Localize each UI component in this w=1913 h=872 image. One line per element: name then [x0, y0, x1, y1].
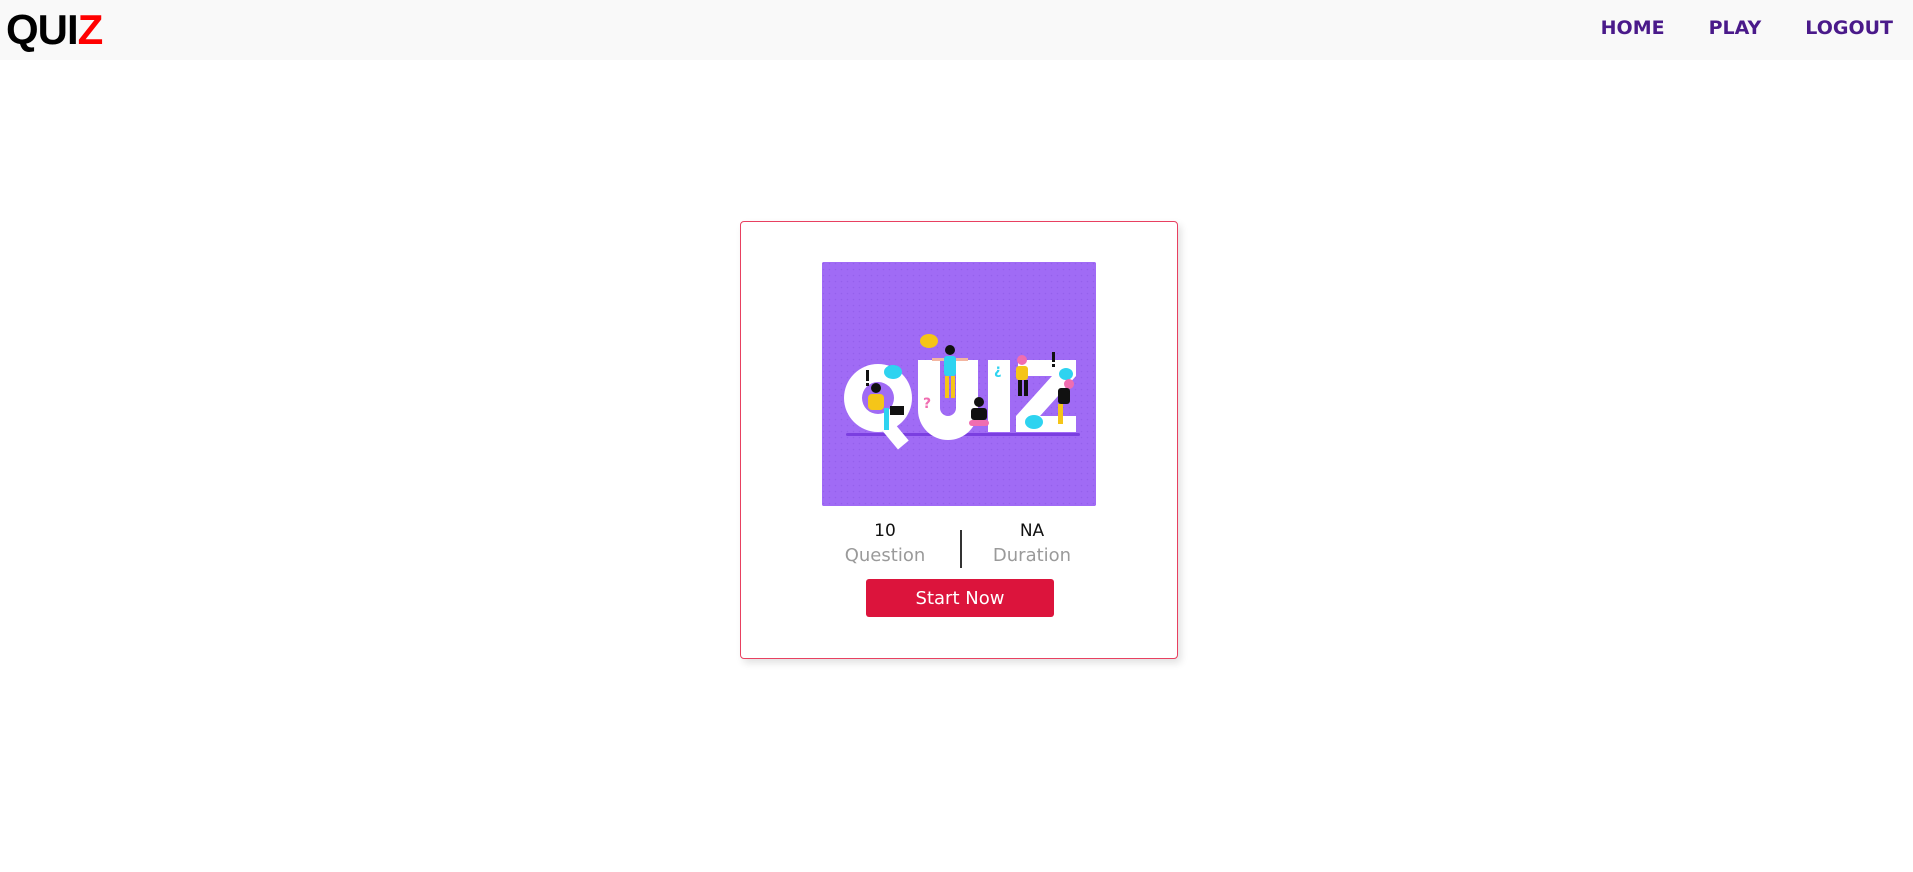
quiz-stats: 10 Question NA Duration — [741, 520, 1179, 576]
start-now-button[interactable]: Start Now — [866, 579, 1054, 617]
svg-text:¿: ¿ — [994, 363, 1002, 378]
question-stat: 10 Question — [825, 520, 945, 570]
logo-text: QUI — [6, 6, 79, 53]
nav-link-logout[interactable]: LOGOUT — [1805, 17, 1893, 39]
question-count: 10 — [874, 521, 896, 541]
duration-label: Duration — [992, 545, 1072, 566]
quiz-illustration-icon: ? ¿ — [822, 262, 1096, 506]
duration-value: NA — [1019, 521, 1045, 541]
nav-links: HOME PLAY LOGOUT — [1601, 0, 1893, 56]
quiz-card: ? ¿ 10 Question NA Duration Start Now — [740, 221, 1178, 659]
stats-divider — [960, 530, 962, 568]
duration-stat: NA Duration — [972, 520, 1092, 570]
question-label: Question — [844, 545, 926, 566]
logo-accent-letter: Z — [77, 6, 104, 53]
nav-link-play[interactable]: PLAY — [1709, 17, 1762, 39]
app-logo[interactable]: QUIZ — [6, 6, 104, 53]
svg-text:?: ? — [923, 396, 931, 412]
nav-link-home[interactable]: HOME — [1601, 17, 1665, 39]
navbar: QUIZ HOME PLAY LOGOUT — [0, 0, 1913, 60]
quiz-illustration-image: ? ¿ — [822, 262, 1096, 506]
